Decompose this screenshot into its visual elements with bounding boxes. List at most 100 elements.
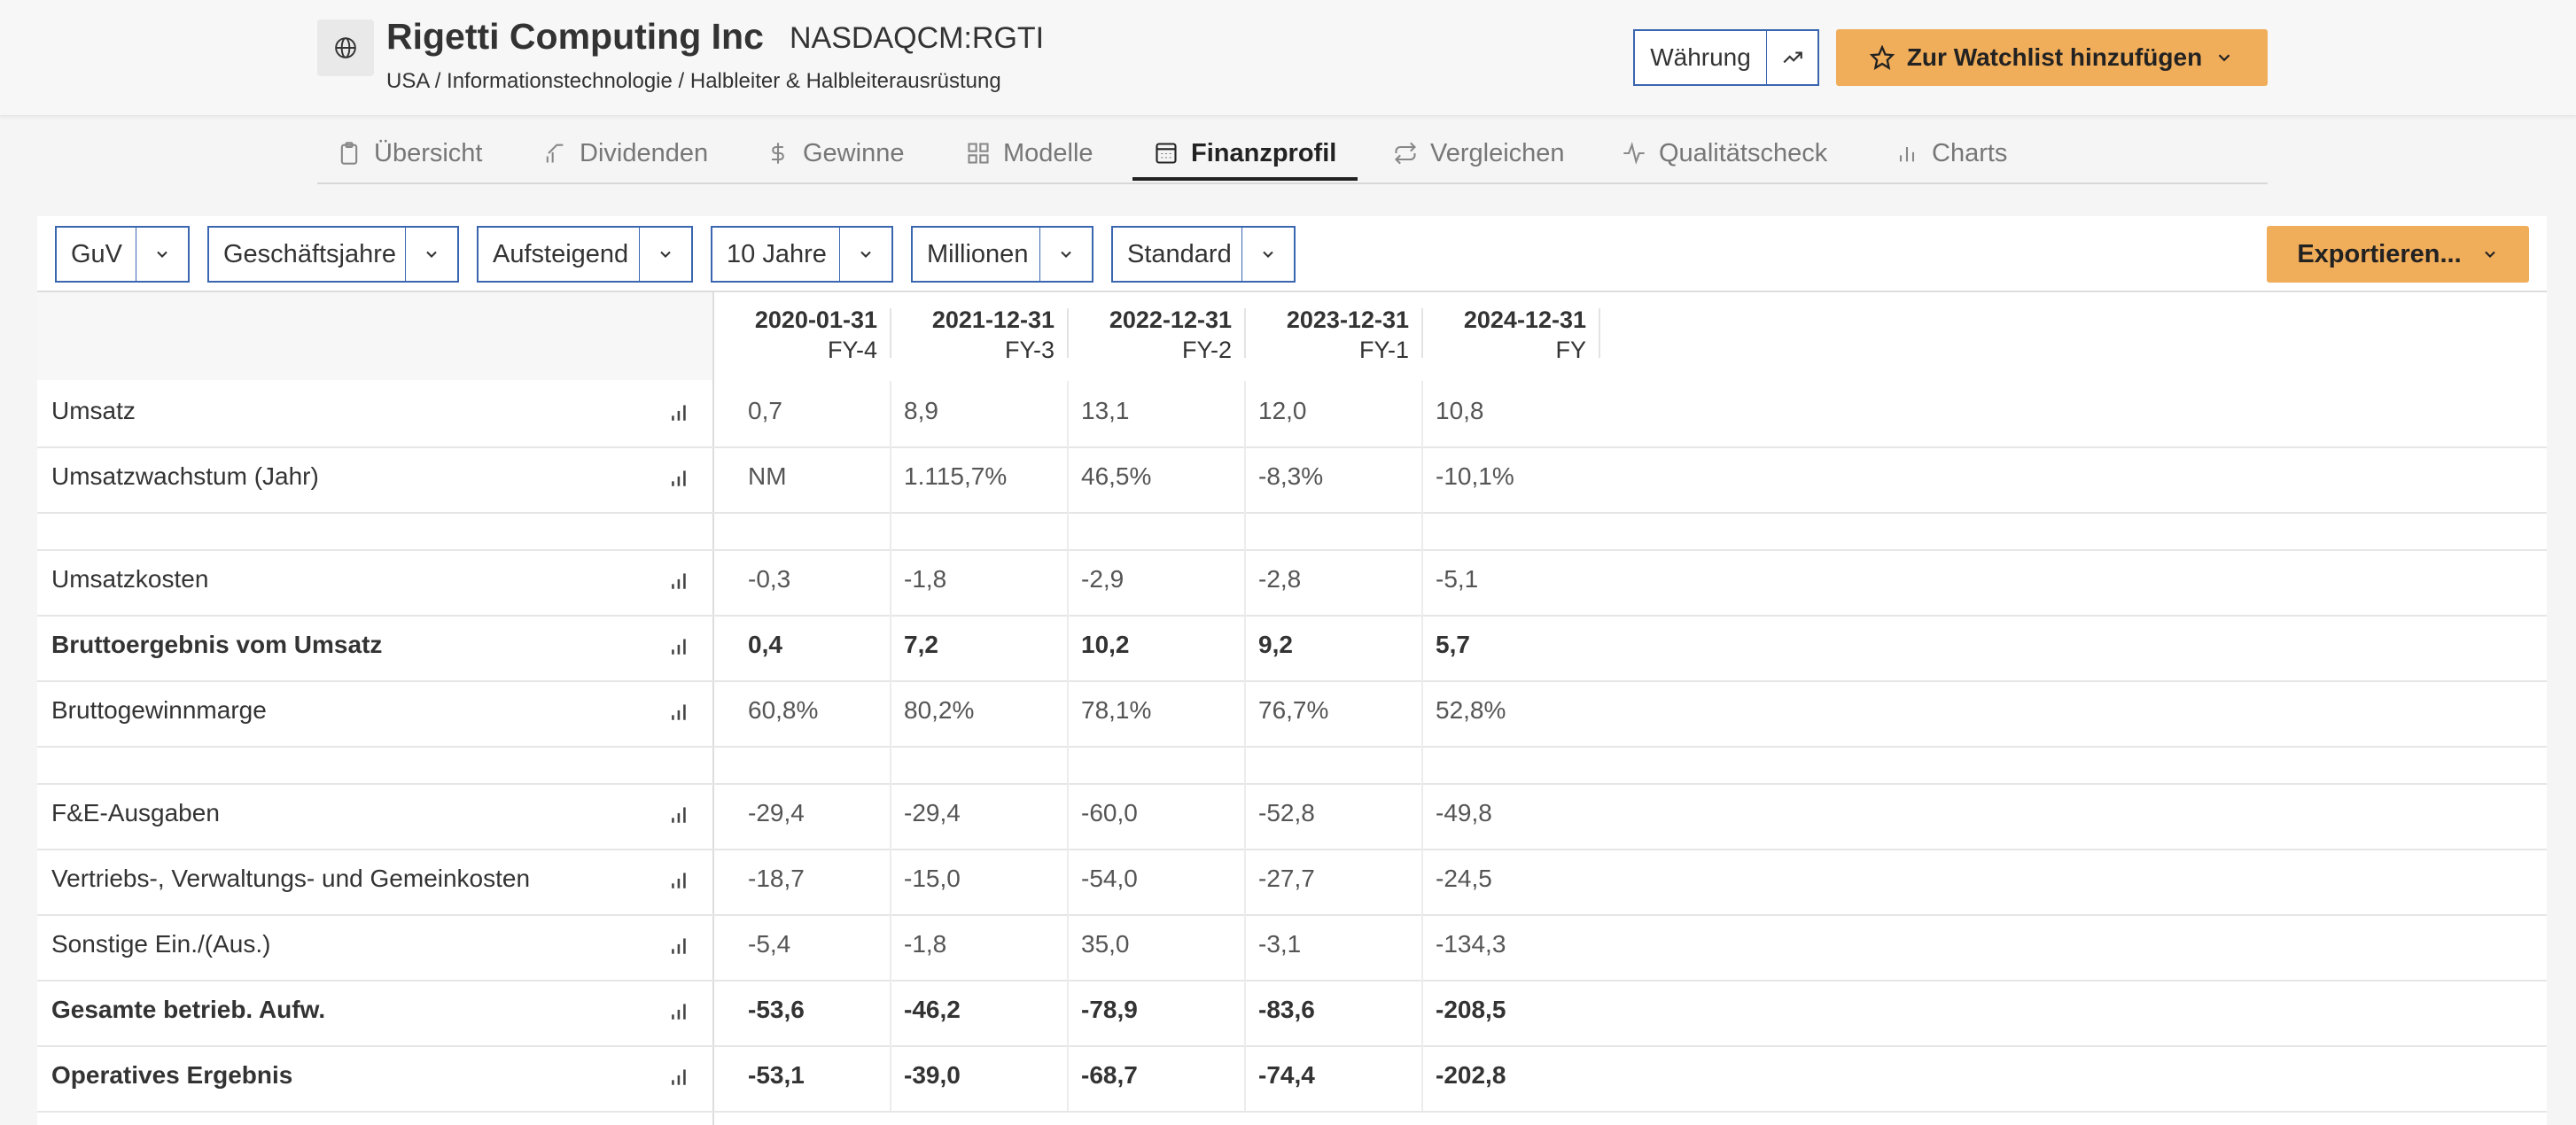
bar-chart-icon bbox=[1899, 147, 1915, 162]
tab-charts[interactable]: Charts bbox=[1895, 124, 2007, 182]
table-cell: -0,3 bbox=[748, 565, 791, 593]
trend-button[interactable] bbox=[1766, 29, 1819, 86]
cell-separator bbox=[890, 783, 891, 849]
cell-separator bbox=[1244, 980, 1246, 1045]
row-label: Umsatzwachstum (Jahr) bbox=[51, 462, 319, 490]
chevron-down-icon[interactable] bbox=[839, 228, 891, 281]
cell-separator bbox=[1421, 783, 1423, 849]
bar-chart-icon[interactable] bbox=[668, 803, 691, 830]
row-label: Bruttogewinnmarge bbox=[51, 696, 267, 724]
cell-separator bbox=[1421, 549, 1423, 615]
table-cell: 80,2% bbox=[904, 696, 975, 724]
bar-chart-icon[interactable] bbox=[668, 700, 691, 727]
bar-chart-icon[interactable] bbox=[668, 466, 691, 493]
cell-separator bbox=[890, 512, 891, 549]
grid-icon bbox=[968, 143, 989, 164]
chevron-down-icon[interactable] bbox=[136, 228, 188, 281]
row-label: Umsatzkosten bbox=[51, 565, 209, 593]
table-cell: -49,8 bbox=[1436, 799, 1492, 826]
timespan-select[interactable]: 10 Jahre bbox=[711, 226, 893, 283]
label-column-header bbox=[37, 292, 712, 380]
tab-qualitaetscheck[interactable]: Qualitätscheck bbox=[1622, 124, 1827, 182]
table-cell: -29,4 bbox=[748, 799, 805, 826]
cell-separator bbox=[1244, 446, 1246, 512]
globe-icon[interactable] bbox=[317, 19, 374, 76]
column-header: 2023-12-31 FY-1 bbox=[1286, 306, 1409, 363]
table-row: Bruttoergebnis vom Umsatz 0,4 7,2 10,2 9,2 5,… bbox=[37, 615, 2547, 682]
growth-icon bbox=[546, 144, 564, 163]
chevron-down-icon[interactable] bbox=[405, 228, 457, 281]
cell-separator bbox=[1067, 746, 1069, 783]
statement-select[interactable]: GuV bbox=[55, 226, 190, 283]
template-select[interactable]: Standard bbox=[1111, 226, 1296, 283]
financial-profile-panel: GuV Geschäftsjahre Aufsteigend 10 Jahre … bbox=[37, 216, 2547, 1125]
bar-chart-icon[interactable] bbox=[668, 934, 691, 961]
table-row: Bruttogewinnmarge 60,8% 80,2% 78,1% 76,7% 52,… bbox=[37, 680, 2547, 748]
chevron-down-icon[interactable] bbox=[639, 228, 691, 281]
table-cell: 76,7% bbox=[1258, 696, 1329, 724]
cell-separator bbox=[1421, 615, 1423, 680]
cell-separator bbox=[1244, 746, 1246, 783]
table-cell: -1,8 bbox=[904, 565, 947, 593]
cell-separator bbox=[1244, 549, 1246, 615]
bar-chart-icon[interactable] bbox=[668, 999, 691, 1027]
tab-modelle[interactable]: Modelle bbox=[966, 124, 1093, 182]
cell-separator bbox=[890, 980, 891, 1045]
cell-separator bbox=[890, 615, 891, 680]
bar-chart-icon[interactable] bbox=[668, 569, 691, 596]
bar-chart-icon[interactable] bbox=[668, 634, 691, 662]
bar-chart-icon[interactable] bbox=[668, 1065, 691, 1092]
dollar-icon bbox=[772, 143, 784, 164]
cell-separator bbox=[890, 446, 891, 512]
table-cell: -5,1 bbox=[1436, 565, 1479, 593]
bar-chart-icon[interactable] bbox=[668, 400, 691, 428]
table-cell: 78,1% bbox=[1081, 696, 1152, 724]
cell-separator bbox=[1421, 1045, 1423, 1111]
table-row: Umsatzkosten -0,3 -1,8 -2,9 -2,8 -5,1 bbox=[37, 549, 2547, 617]
tab-vergleichen[interactable]: Vergleichen bbox=[1393, 124, 1565, 182]
table-cell: -68,7 bbox=[1081, 1061, 1138, 1089]
cell-separator bbox=[1244, 512, 1246, 549]
table-cell: 10,8 bbox=[1436, 397, 1484, 424]
cell-separator bbox=[1067, 914, 1069, 980]
tab-dividenden[interactable]: Dividenden bbox=[542, 124, 708, 182]
tab-uebersicht[interactable]: Übersicht bbox=[337, 124, 483, 182]
period-select[interactable]: Geschäftsjahre bbox=[207, 226, 459, 283]
add-to-watchlist-button[interactable]: Zur Watchlist hinzufügen bbox=[1836, 29, 2268, 86]
cell-separator bbox=[1244, 680, 1246, 746]
table-cell: -10,1% bbox=[1436, 462, 1514, 490]
chevron-down-icon[interactable] bbox=[1241, 228, 1294, 281]
cell-separator bbox=[1421, 849, 1423, 914]
calculator-icon bbox=[1156, 143, 1177, 164]
currency-button[interactable]: Währung bbox=[1633, 29, 1768, 86]
tab-finanzprofil[interactable]: Finanzprofil bbox=[1154, 124, 1336, 182]
cell-separator bbox=[890, 849, 891, 914]
sort-order-select[interactable]: Aufsteigend bbox=[477, 226, 693, 283]
table-cell: 10,2 bbox=[1081, 631, 1130, 658]
active-tab-indicator bbox=[1132, 177, 1358, 181]
table-cell: -39,0 bbox=[904, 1061, 961, 1089]
table-row: Sonstige Ein./(Aus.) -5,4 -1,8 35,0 -3,1 -134… bbox=[37, 914, 2547, 981]
tab-gewinne[interactable]: Gewinne bbox=[766, 124, 904, 182]
cell-separator bbox=[1244, 615, 1246, 680]
column-separator bbox=[1599, 308, 1600, 358]
cell-separator bbox=[1244, 381, 1246, 446]
table-cell: -60,0 bbox=[1081, 799, 1138, 826]
table-cell: -53,1 bbox=[748, 1061, 805, 1089]
export-button[interactable]: Exportieren... bbox=[2267, 226, 2529, 283]
table-row: Umsatzwachstum (Jahr) NM 1.115,7% 46,5% -8,3… bbox=[37, 446, 2547, 514]
table-cell: 7,2 bbox=[904, 631, 938, 658]
row-label: Umsatz bbox=[51, 397, 136, 424]
table-row: Umsatz 0,7 8,9 13,1 12,0 10,8 bbox=[37, 381, 2547, 448]
table-cell: 9,2 bbox=[1258, 631, 1293, 658]
table-cell: -202,8 bbox=[1436, 1061, 1506, 1089]
cell-separator bbox=[1067, 1045, 1069, 1111]
cell-separator bbox=[1067, 446, 1069, 512]
table-cell: -2,9 bbox=[1081, 565, 1125, 593]
table-cell: -54,0 bbox=[1081, 865, 1138, 892]
chevron-down-icon[interactable] bbox=[1039, 228, 1092, 281]
unit-select[interactable]: Millionen bbox=[911, 226, 1093, 283]
table-cell: -3,1 bbox=[1258, 930, 1302, 958]
bar-chart-icon[interactable] bbox=[668, 868, 691, 896]
cell-separator bbox=[1067, 980, 1069, 1045]
